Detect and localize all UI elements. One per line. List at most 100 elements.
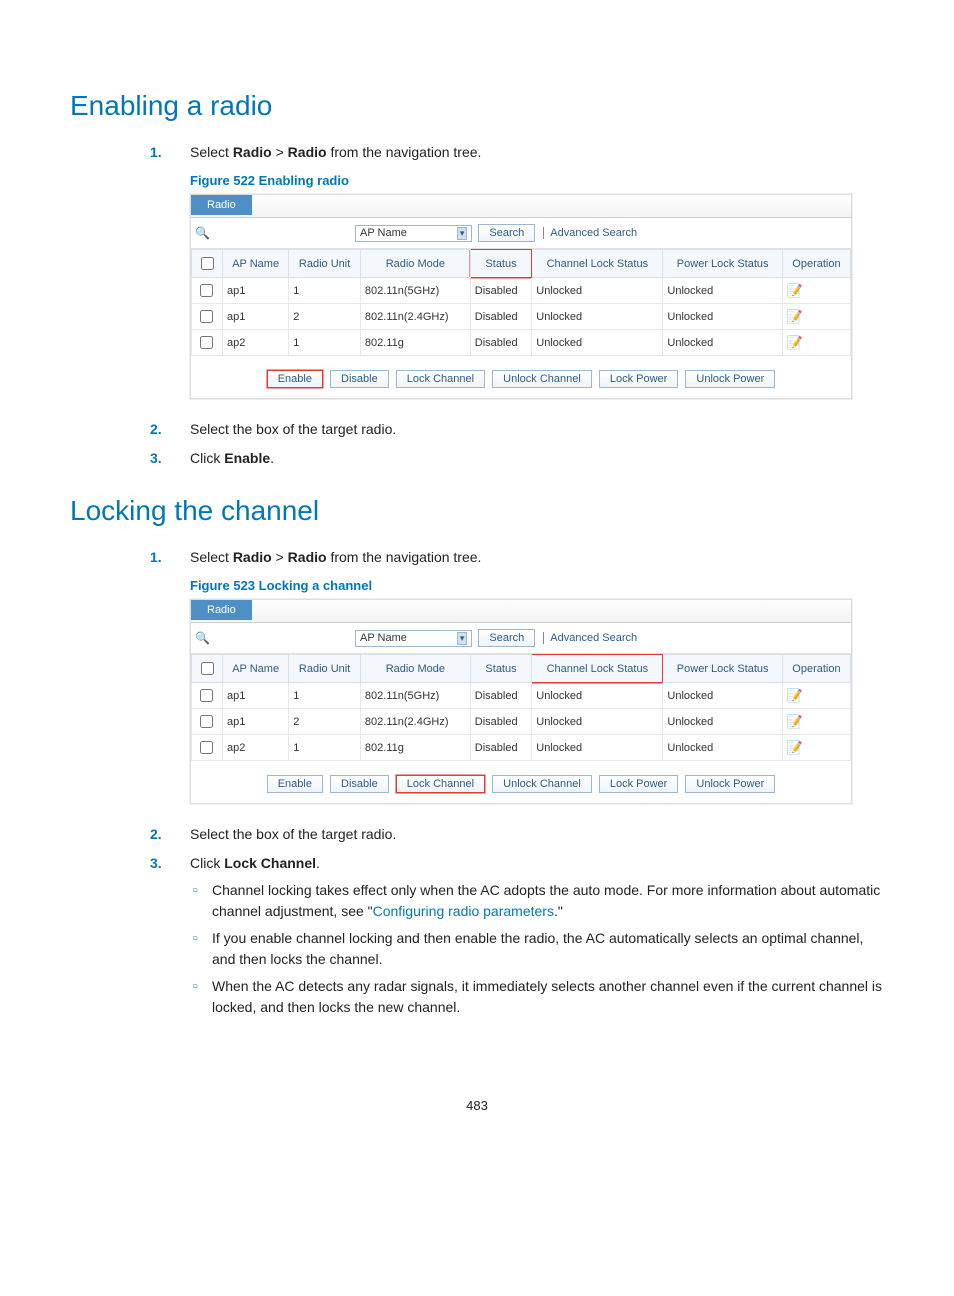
search-button[interactable]: Search	[478, 629, 535, 647]
col-status[interactable]: Status	[470, 250, 531, 278]
bullet-2: If you enable channel locking and then e…	[190, 928, 884, 970]
bullet-3: When the AC detects any radar signals, i…	[190, 976, 884, 1018]
cell-mode: 802.11n(2.4GHz)	[360, 709, 470, 735]
row-checkbox[interactable]	[200, 689, 213, 702]
cell-pwlock: Unlocked	[663, 735, 783, 761]
tab-radio[interactable]: Radio	[191, 600, 252, 620]
cell-chlock: Unlocked	[532, 709, 663, 735]
search-field-select[interactable]: AP Name ▾	[355, 630, 472, 647]
step-number: 3.	[150, 448, 162, 469]
operation-icon[interactable]: 📝	[787, 309, 803, 324]
col-radiounit[interactable]: Radio Unit	[289, 250, 361, 278]
cell-apname: ap1	[223, 709, 289, 735]
cell-pwlock: Unlocked	[663, 709, 783, 735]
tab-radio[interactable]: Radio	[191, 195, 252, 215]
enable-button[interactable]: Enable	[267, 370, 323, 388]
advanced-search-link[interactable]: Advanced Search	[543, 227, 637, 239]
search-input[interactable]	[209, 630, 355, 646]
col-operation[interactable]: Operation	[782, 655, 850, 683]
cell-chlock: Unlocked	[532, 330, 663, 356]
operation-icon[interactable]: 📝	[787, 688, 803, 703]
table-row: ap1 2 802.11n(2.4GHz) Disabled Unlocked …	[192, 709, 851, 735]
radio-table: AP Name Radio Unit Radio Mode Status Cha…	[191, 249, 851, 356]
col-apname[interactable]: AP Name	[223, 250, 289, 278]
col-operation[interactable]: Operation	[782, 250, 850, 278]
operation-icon[interactable]: 📝	[787, 283, 803, 298]
step-1: 1. Select Radio > Radio from the navigat…	[150, 142, 884, 163]
advanced-search-link[interactable]: Advanced Search	[543, 632, 637, 644]
action-row: Enable Disable Lock Channel Unlock Chann…	[191, 761, 851, 803]
operation-icon[interactable]: 📝	[787, 740, 803, 755]
row-checkbox[interactable]	[200, 284, 213, 297]
step-1: 1. Select Radio > Radio from the navigat…	[150, 547, 884, 568]
step-number: 1.	[150, 142, 162, 163]
cell-unit: 1	[289, 683, 361, 709]
cell-unit: 1	[289, 278, 361, 304]
unlock-channel-button[interactable]: Unlock Channel	[492, 775, 592, 793]
chevron-down-icon: ▾	[457, 227, 468, 240]
table-row: ap1 1 802.11n(5GHz) Disabled Unlocked Un…	[192, 278, 851, 304]
cell-apname: ap2	[223, 735, 289, 761]
search-input[interactable]	[209, 225, 355, 241]
row-checkbox[interactable]	[200, 715, 213, 728]
table-row: ap2 1 802.11g Disabled Unlocked Unlocked…	[192, 735, 851, 761]
lock-power-button[interactable]: Lock Power	[599, 775, 678, 793]
tab-bar: Radio	[191, 195, 851, 218]
col-chlock[interactable]: Channel Lock Status	[532, 250, 663, 278]
col-radiomode[interactable]: Radio Mode	[360, 655, 470, 683]
step-text: Select the box of the target radio.	[190, 826, 396, 842]
operation-icon[interactable]: 📝	[787, 714, 803, 729]
select-all-checkbox[interactable]	[201, 257, 214, 270]
disable-button[interactable]: Disable	[330, 370, 389, 388]
select-all-checkbox[interactable]	[201, 662, 214, 675]
cell-pwlock: Unlocked	[663, 683, 783, 709]
col-radiomode[interactable]: Radio Mode	[360, 250, 470, 278]
search-bar: 🔍 AP Name ▾ Search Advanced Search	[191, 218, 851, 249]
unlock-power-button[interactable]: Unlock Power	[685, 775, 775, 793]
search-field-select[interactable]: AP Name ▾	[355, 225, 472, 242]
cell-pwlock: Unlocked	[663, 278, 783, 304]
cell-pwlock: Unlocked	[663, 304, 783, 330]
search-button[interactable]: Search	[478, 224, 535, 242]
cell-mode: 802.11n(2.4GHz)	[360, 304, 470, 330]
cell-chlock: Unlocked	[532, 683, 663, 709]
row-checkbox[interactable]	[200, 741, 213, 754]
figure-522: Radio 🔍 AP Name ▾ Search Advanced Search…	[190, 194, 852, 399]
select-label: AP Name	[360, 227, 407, 239]
unlock-power-button[interactable]: Unlock Power	[685, 370, 775, 388]
disable-button[interactable]: Disable	[330, 775, 389, 793]
step-number: 2.	[150, 824, 162, 845]
lock-channel-button[interactable]: Lock Channel	[396, 775, 485, 793]
cell-status: Disabled	[470, 304, 531, 330]
cell-apname: ap2	[223, 330, 289, 356]
cell-status: Disabled	[470, 278, 531, 304]
cell-apname: ap1	[223, 304, 289, 330]
enable-button[interactable]: Enable	[267, 775, 323, 793]
step-2: 2. Select the box of the target radio.	[150, 824, 884, 845]
col-pwlock[interactable]: Power Lock Status	[663, 250, 783, 278]
step-text: Select Radio > Radio from the navigation…	[190, 549, 481, 565]
cell-status: Disabled	[470, 735, 531, 761]
page-number: 483	[70, 1098, 884, 1113]
lock-power-button[interactable]: Lock Power	[599, 370, 678, 388]
cell-mode: 802.11n(5GHz)	[360, 278, 470, 304]
col-apname[interactable]: AP Name	[223, 655, 289, 683]
row-checkbox[interactable]	[200, 310, 213, 323]
operation-icon[interactable]: 📝	[787, 335, 803, 350]
col-chlock[interactable]: Channel Lock Status	[532, 655, 663, 683]
heading-enabling-radio: Enabling a radio	[70, 90, 884, 122]
cell-chlock: Unlocked	[532, 735, 663, 761]
step-2: 2. Select the box of the target radio.	[150, 419, 884, 440]
col-pwlock[interactable]: Power Lock Status	[663, 655, 783, 683]
col-radiounit[interactable]: Radio Unit	[289, 655, 361, 683]
lock-channel-button[interactable]: Lock Channel	[396, 370, 485, 388]
unlock-channel-button[interactable]: Unlock Channel	[492, 370, 592, 388]
bullet-1: Channel locking takes effect only when t…	[190, 880, 884, 922]
radio-table: AP Name Radio Unit Radio Mode Status Cha…	[191, 654, 851, 761]
row-checkbox[interactable]	[200, 336, 213, 349]
col-status[interactable]: Status	[470, 655, 531, 683]
table-row: ap2 1 802.11g Disabled Unlocked Unlocked…	[192, 330, 851, 356]
step-number: 1.	[150, 547, 162, 568]
cell-unit: 1	[289, 330, 361, 356]
link-configuring-radio-parameters[interactable]: Configuring radio parameters	[373, 903, 554, 919]
